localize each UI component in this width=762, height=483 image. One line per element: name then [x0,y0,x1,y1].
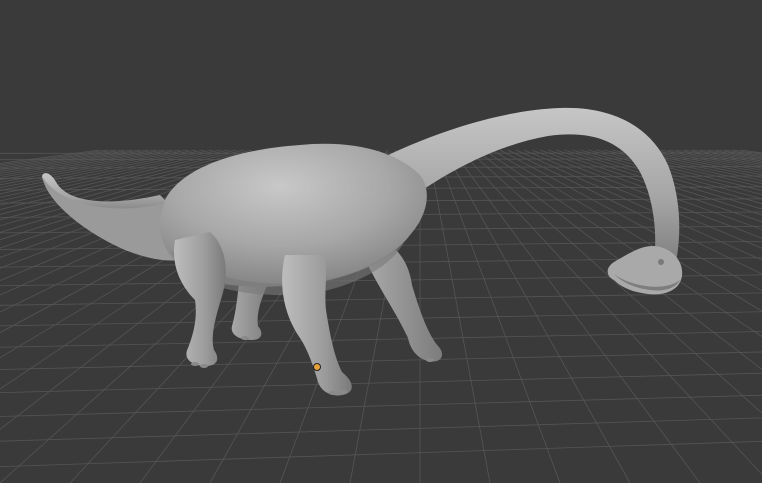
grid-line [0,292,762,306]
grid-line [619,149,762,181]
grid-line [731,149,762,155]
grid-line [0,351,762,370]
grid-line [0,311,762,327]
dinosaur-model[interactable] [42,107,683,396]
object-origin-point[interactable] [313,363,321,371]
grid-line [739,149,762,154]
grid-line [427,149,491,483]
grid-line [627,149,762,179]
grid-line [611,149,762,184]
grid-line [723,149,762,156]
grid-line [691,149,762,162]
tail-underside [42,176,178,261]
grid-line [707,149,762,159]
eye [658,259,664,265]
3d-viewport[interactable] [0,0,762,483]
grid-line [0,372,762,394]
viewport-canvas[interactable] [0,0,762,483]
grid-line [0,331,762,348]
grid-line [715,149,762,158]
grid-line [0,440,762,468]
grid-line [0,417,762,442]
near-hind-leg [174,232,226,366]
